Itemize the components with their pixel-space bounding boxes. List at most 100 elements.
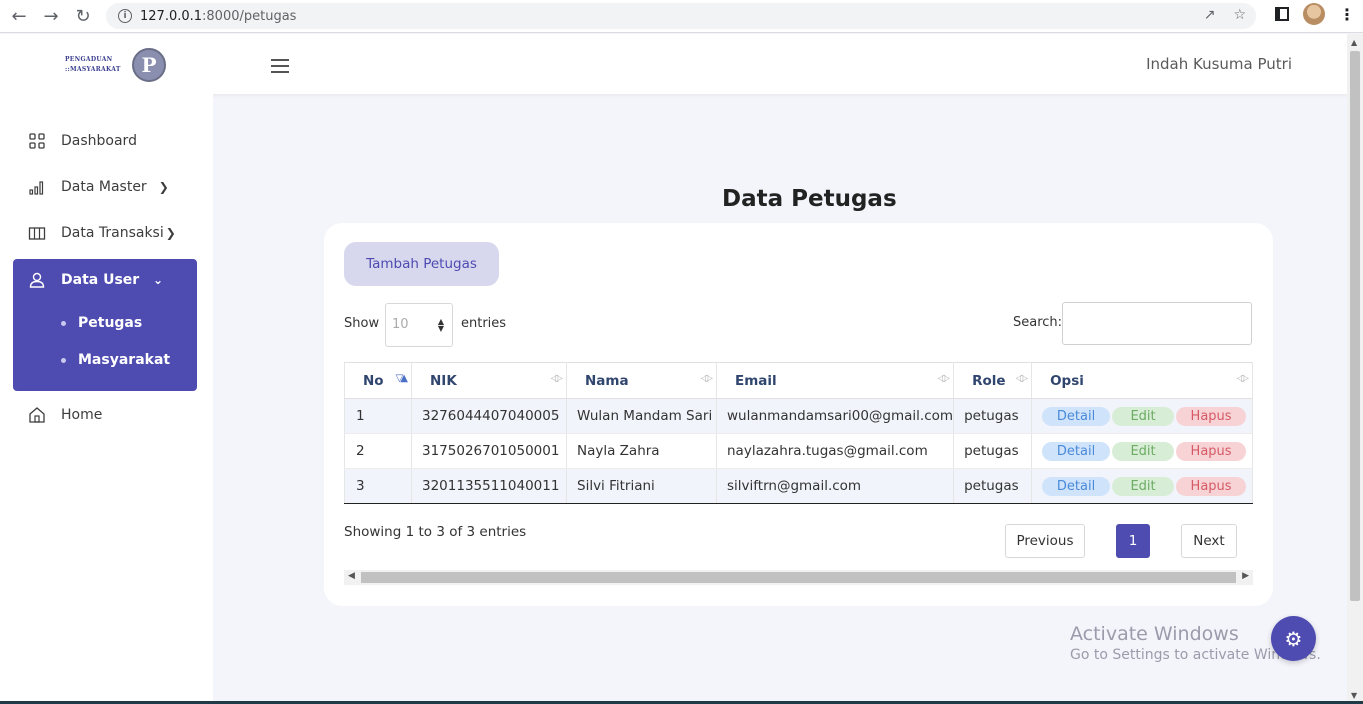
home-icon (29, 407, 45, 423)
sidebar-group-data-user: Data User ⌄ Petugas Masyarakat (13, 259, 197, 391)
sort-icon: ◁▷ (550, 373, 564, 384)
column-header-nik[interactable]: NIK ◁▷ (411, 362, 567, 399)
site-info-icon[interactable]: i (118, 9, 132, 23)
sidebar-subitem-petugas[interactable]: Petugas (61, 315, 142, 331)
url-host: 127.0.0.1 (140, 8, 203, 24)
detail-button[interactable]: Detail (1042, 476, 1111, 496)
cell-nik: 3175026701050001 (411, 433, 567, 469)
previous-page-button[interactable]: Previous (1005, 524, 1085, 558)
cell-role: petugas (953, 433, 1033, 469)
scroll-right-icon[interactable]: ▶ (1242, 571, 1249, 581)
sidebar-subitem-label: Petugas (78, 315, 143, 331)
sort-asc-icon: ▽▲ (395, 373, 409, 384)
delete-button[interactable]: Hapus (1176, 406, 1247, 426)
table-columns-icon (28, 227, 46, 240)
cell-no: 3 (344, 468, 412, 504)
column-header-nama[interactable]: Nama ◁▷ (566, 362, 717, 399)
column-header-no[interactable]: No ▽▲ (344, 362, 412, 399)
more-menu-icon[interactable]: ⋮ (1339, 5, 1355, 24)
cell-opsi: Detail Edit Hapus (1031, 468, 1253, 504)
chevron-down-icon: ⌄ (153, 273, 164, 287)
edit-button[interactable]: Edit (1112, 441, 1175, 461)
url-path: :8000/petugas (202, 8, 297, 24)
table-info: Showing 1 to 3 of 3 entries (344, 524, 527, 540)
share-icon[interactable]: ↗ (1204, 7, 1216, 23)
search-label: Search: (1013, 315, 1063, 330)
sidebar-subitem-masyarakat[interactable]: Masyarakat (61, 352, 170, 368)
chevron-right-icon: ❯ (165, 226, 176, 240)
scrollbar-thumb[interactable] (361, 572, 1236, 583)
column-header-opsi[interactable]: Opsi ◁▷ (1031, 362, 1253, 399)
settings-gear-icon[interactable]: ⚙ (1271, 616, 1316, 661)
side-panel-icon[interactable] (1275, 7, 1289, 21)
sidebar: Dashboard Data Master ❯ Data Transaksi ❯… (0, 94, 213, 704)
sort-icon: ◁▷ (700, 373, 714, 384)
app-header: PENGADUAN ::MASYARAKAT P Indah Kusuma Pu… (0, 34, 1347, 94)
scroll-down-icon[interactable]: ▼ (1351, 691, 1357, 700)
entries-select[interactable]: 10 ▲ ▼ (385, 303, 453, 347)
delete-button[interactable]: Hapus (1176, 441, 1247, 461)
scroll-left-icon[interactable]: ◀ (348, 571, 355, 581)
cell-email: silviftrn@gmail.com (716, 468, 955, 504)
next-page-button[interactable]: Next (1181, 524, 1237, 558)
cell-nama: Wulan Mandam Sari (566, 398, 717, 434)
cell-email: wulanmandamsari00@gmail.com (716, 398, 955, 434)
entries-value: 10 (392, 317, 409, 332)
cell-nik: 3276044407040005 (411, 398, 567, 434)
edit-button[interactable]: Edit (1112, 406, 1175, 426)
edit-button[interactable]: Edit (1112, 476, 1175, 496)
sidebar-item-label: Data Master (61, 179, 147, 195)
back-arrow-icon[interactable]: ← (3, 1, 35, 31)
sidebar-item-data-transaksi[interactable]: Data Transaksi ❯ (28, 224, 176, 242)
detail-button[interactable]: Detail (1042, 441, 1111, 461)
column-header-role[interactable]: Role ◁▷ (953, 362, 1033, 399)
user-name[interactable]: Indah Kusuma Putri (1146, 55, 1292, 73)
logo-text: PENGADUAN ::MASYARAKAT (65, 56, 121, 73)
sidebar-item-dashboard[interactable]: Dashboard (28, 132, 137, 150)
sidebar-item-data-user[interactable]: Data User ⌄ (28, 271, 163, 289)
scroll-up-icon[interactable]: ▲ (1351, 38, 1357, 47)
table-row: 2 3175026701050001 Nayla Zahra naylazahr… (344, 433, 1253, 469)
chevron-right-icon: ❯ (158, 180, 169, 194)
cell-no: 2 (344, 433, 412, 469)
cell-nama: Silvi Fitriani (566, 468, 717, 504)
page-1-button[interactable]: 1 (1116, 524, 1150, 558)
sidebar-item-data-master[interactable]: Data Master ❯ (28, 178, 169, 196)
profile-avatar[interactable] (1303, 3, 1325, 25)
cell-email: naylazahra.tugas@gmail.com (716, 433, 955, 469)
cell-role: petugas (953, 468, 1033, 504)
table-row: 3 3201135511040011 Silvi Fitriani silvif… (344, 468, 1253, 504)
entries-label: entries (461, 316, 507, 331)
cell-nama: Nayla Zahra (566, 433, 717, 469)
cell-no: 1 (344, 398, 412, 434)
bullet-icon (61, 357, 66, 363)
detail-button[interactable]: Detail (1042, 406, 1111, 426)
address-bar[interactable]: i 127.0.0.1:8000/petugas ↗ ☆ (106, 3, 1256, 29)
data-card: Tambah Petugas Show 10 ▲ ▼ entries Search… (324, 223, 1273, 606)
reload-icon[interactable]: ↻ (67, 1, 99, 31)
sort-icon: ◁▷ (1236, 373, 1250, 384)
table-header-row: No ▽▲ NIK ◁▷ Nama ◁▷ Email ◁▷ Role ◁▷ Opsi ◁▷ (344, 362, 1253, 399)
menu-toggle-icon[interactable] (271, 59, 289, 77)
user-icon (29, 272, 45, 288)
scrollbar-thumb[interactable] (1350, 51, 1360, 601)
bar-chart-icon (29, 181, 44, 195)
cell-role: petugas (953, 398, 1033, 434)
sidebar-item-home[interactable]: Home (28, 406, 102, 424)
page-title: Data Petugas (722, 186, 897, 212)
horizontal-scrollbar[interactable]: ◀ ▶ (344, 570, 1253, 585)
bookmark-star-icon[interactable]: ☆ (1233, 7, 1246, 23)
cell-opsi: Detail Edit Hapus (1031, 433, 1253, 469)
bullet-icon (61, 320, 66, 326)
select-arrows-icon: ▲ ▼ (437, 317, 444, 333)
search-input[interactable] (1062, 302, 1252, 345)
sidebar-item-label: Data Transaksi (61, 225, 164, 241)
column-header-email[interactable]: Email ◁▷ (716, 362, 955, 399)
add-petugas-button[interactable]: Tambah Petugas (344, 242, 499, 286)
forward-arrow-icon[interactable]: → (35, 1, 67, 31)
vertical-scrollbar[interactable]: ▲ ▼ (1347, 34, 1363, 704)
logo-badge: P (132, 48, 166, 82)
sort-icon: ◁▷ (1015, 373, 1029, 384)
petugas-table: No ▽▲ NIK ◁▷ Nama ◁▷ Email ◁▷ Role ◁▷ Opsi ◁▷ … (344, 362, 1253, 504)
delete-button[interactable]: Hapus (1176, 476, 1247, 496)
